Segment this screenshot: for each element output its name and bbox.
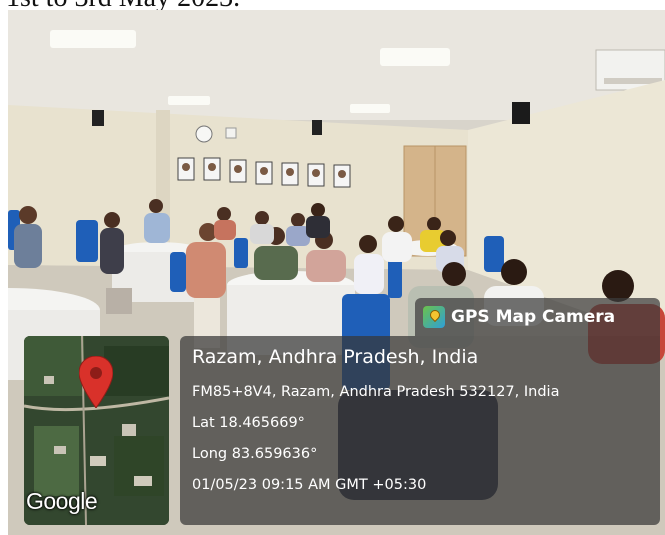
ceiling-light <box>168 96 210 105</box>
ceiling-light <box>50 30 136 48</box>
speaker <box>92 110 104 126</box>
page: 1st to 3rd May 2023. <box>0 0 665 535</box>
location-address: FM85+8V4, Razam, Andhra Pradesh 532127, … <box>192 384 560 400</box>
location-pin-icon <box>78 355 114 413</box>
gps-map-camera-icon <box>423 306 445 328</box>
wall-clock <box>195 125 213 143</box>
speaker <box>512 102 530 124</box>
timestamp: 01/05/23 09:15 AM GMT +05:30 <box>192 477 427 493</box>
bag <box>106 288 132 314</box>
speaker <box>312 120 322 135</box>
gps-badge-label: GPS Map Camera <box>451 307 616 327</box>
map-thumbnail: Google <box>24 336 169 525</box>
ceiling-light <box>380 48 450 66</box>
ceiling <box>8 10 665 120</box>
longitude: Long 83.659636° <box>192 446 318 462</box>
ceiling-light <box>350 104 390 113</box>
location-title: Razam, Andhra Pradesh, India <box>192 346 479 368</box>
latitude: Lat 18.465669° <box>192 415 305 431</box>
gps-info-panel: Razam, Andhra Pradesh, India FM85+8V4, R… <box>180 336 660 525</box>
gps-map-camera-badge: GPS Map Camera <box>415 298 660 336</box>
google-logo: Google <box>26 488 98 514</box>
